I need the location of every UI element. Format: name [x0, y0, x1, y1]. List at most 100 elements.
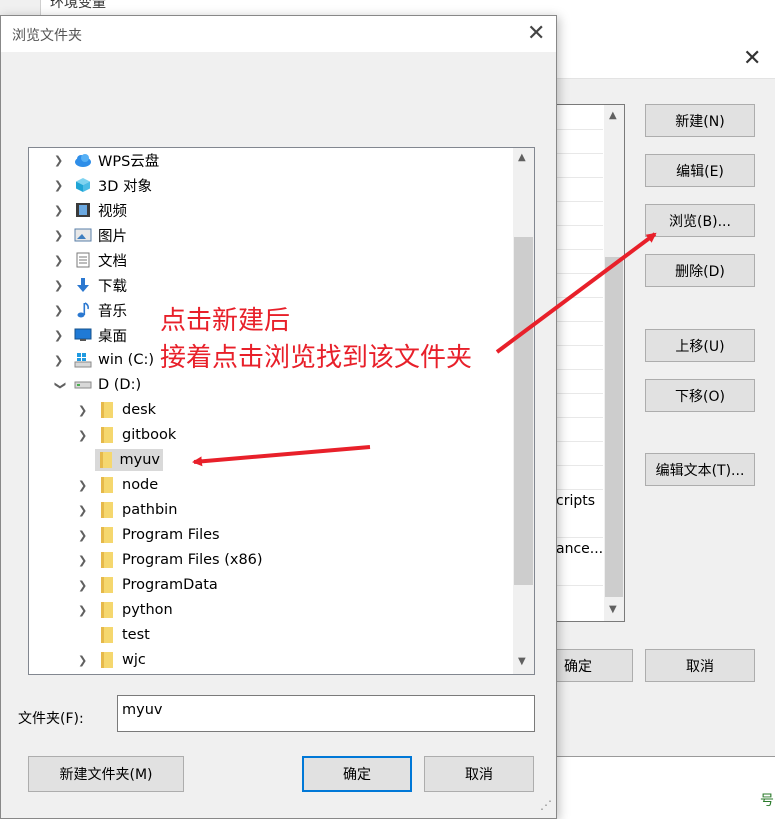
tree-item-folder-node[interactable]: node	[98, 474, 158, 496]
list-item[interactable]	[555, 129, 603, 154]
expand-chevron-icon[interactable]: ❯	[78, 429, 87, 442]
list-item[interactable]	[555, 153, 603, 178]
tree-item-videos[interactable]: 视频	[74, 199, 127, 221]
list-scrollbar-thumb[interactable]	[605, 257, 623, 597]
tree-item-drive-c[interactable]: win (C:)	[74, 349, 154, 371]
delete-button[interactable]: 删除(D)	[645, 254, 755, 287]
list-item[interactable]	[555, 321, 603, 346]
expand-chevron-icon[interactable]: ❯	[54, 304, 63, 317]
document-icon	[74, 251, 92, 269]
expand-chevron-icon[interactable]: ❯	[78, 504, 87, 517]
expand-chevron-icon[interactable]: ❯	[54, 179, 63, 192]
tree-item-folder-gitbook[interactable]: gitbook	[98, 424, 176, 446]
tree-item-label: 桌面	[98, 328, 127, 345]
move-down-button[interactable]: 下移(O)	[645, 379, 755, 412]
new-folder-button[interactable]: 新建文件夹(M)	[28, 756, 184, 792]
browse-dialog-close-icon[interactable]: ✕	[527, 23, 545, 45]
tree-item-wps-cloud[interactable]: WPS云盘	[74, 149, 159, 171]
tree-item-label: 视频	[98, 203, 127, 220]
list-item[interactable]	[555, 465, 603, 490]
list-item[interactable]	[555, 513, 603, 538]
tree-item-folder-python[interactable]: python	[98, 599, 173, 621]
edit-window-close-icon[interactable]: ✕	[743, 48, 761, 70]
list-item[interactable]	[555, 105, 603, 130]
tree-item-desktop[interactable]: 桌面	[74, 324, 127, 346]
tree-scrollbar-thumb[interactable]	[514, 237, 533, 585]
list-item[interactable]	[555, 297, 603, 322]
list-item[interactable]	[555, 273, 603, 298]
film-icon	[74, 201, 92, 219]
resize-grip-icon[interactable]: ⋰	[540, 798, 552, 812]
expand-chevron-icon[interactable]: ❯	[54, 154, 63, 167]
list-item-text[interactable]: cripts	[556, 493, 595, 509]
tree-item-label: gitbook	[122, 427, 177, 443]
tree-item-folder-program-files-x86[interactable]: Program Files (x86)	[98, 549, 263, 571]
new-button[interactable]: 新建(N)	[645, 104, 755, 137]
expand-chevron-icon[interactable]: ❯	[78, 579, 87, 592]
expand-chevron-icon[interactable]: ❯	[78, 654, 87, 667]
tree-item-label: 图片	[98, 228, 127, 245]
list-item[interactable]	[555, 345, 603, 370]
tree-item-folder-pathbin[interactable]: pathbin	[98, 499, 177, 521]
expand-chevron-icon[interactable]: ❯	[54, 204, 63, 217]
expand-chevron-icon[interactable]: ❯	[78, 479, 87, 492]
tree-item-folder-myuv[interactable]: myuv	[95, 449, 163, 471]
folder-name-input[interactable]: myuv	[117, 695, 535, 732]
edit-text-button[interactable]: 编辑文本(T)...	[645, 453, 755, 486]
list-item[interactable]	[555, 561, 603, 586]
tree-item-documents[interactable]: 文档	[74, 249, 127, 271]
list-item[interactable]	[555, 441, 603, 466]
list-item[interactable]	[555, 369, 603, 394]
expand-chevron-icon[interactable]: ❯	[78, 604, 87, 617]
music-note-icon	[74, 301, 92, 319]
list-item[interactable]	[555, 177, 603, 202]
list-item-text[interactable]: ance...	[556, 541, 603, 557]
scroll-down-icon[interactable]: ▼	[609, 604, 617, 615]
tree-item-label: Program Files	[122, 527, 220, 543]
tree-item-3d-objects[interactable]: 3D 对象	[74, 174, 152, 196]
expand-chevron-icon[interactable]: ❯	[78, 529, 87, 542]
tree-item-label: test	[122, 627, 150, 643]
tree-item-folder-programdata[interactable]: ProgramData	[98, 574, 218, 596]
annotation-line-1: 点击新建后	[160, 306, 291, 336]
browse-ok-button[interactable]: 确定	[302, 756, 412, 792]
tree-item-folder-program-files[interactable]: Program Files	[98, 524, 220, 546]
tree-item-folder-test[interactable]: test	[98, 624, 150, 646]
edit-cancel-button[interactable]: 取消	[645, 649, 755, 682]
tree-item-label: desk	[122, 402, 157, 418]
move-up-button[interactable]: 上移(U)	[645, 329, 755, 362]
list-item[interactable]	[555, 249, 603, 274]
expand-chevron-icon[interactable]: ❯	[54, 354, 63, 367]
tree-item-label: D (D:)	[98, 377, 142, 393]
expand-chevron-icon[interactable]: ❯	[54, 329, 63, 342]
cube-icon	[74, 176, 92, 194]
tree-item-folder-wjc[interactable]: wjc	[98, 649, 146, 671]
list-item[interactable]	[555, 417, 603, 442]
tree-item-music[interactable]: 音乐	[74, 299, 127, 321]
expand-chevron-icon[interactable]: ❯	[78, 404, 87, 417]
collapse-chevron-icon[interactable]: ❯	[54, 381, 67, 390]
expand-chevron-icon[interactable]: ❯	[54, 279, 63, 292]
tree-scroll-down-icon[interactable]: ▼	[518, 656, 526, 667]
folder-icon	[98, 401, 116, 419]
scroll-up-icon[interactable]: ▲	[609, 110, 617, 121]
folder-icon	[98, 576, 116, 594]
tree-item-pictures[interactable]: 图片	[74, 224, 127, 246]
browse-button[interactable]: 浏览(B)...	[645, 204, 755, 237]
tree-item-label: 音乐	[98, 303, 127, 320]
tree-item-label: win (C:)	[98, 352, 155, 368]
tree-item-drive-d[interactable]: D (D:)	[74, 374, 141, 396]
expand-chevron-icon[interactable]: ❯	[78, 554, 87, 567]
tree-item-label: 下载	[98, 278, 127, 295]
tree-item-downloads[interactable]: 下载	[74, 274, 127, 296]
browse-cancel-button[interactable]: 取消	[424, 756, 534, 792]
expand-chevron-icon[interactable]: ❯	[54, 229, 63, 242]
list-item[interactable]	[555, 201, 603, 226]
list-item[interactable]	[555, 225, 603, 250]
list-item[interactable]	[555, 393, 603, 418]
tree-scroll-up-icon[interactable]: ▲	[518, 152, 526, 163]
edit-button[interactable]: 编辑(E)	[645, 154, 755, 187]
expand-chevron-icon[interactable]: ❯	[54, 254, 63, 267]
annotation-line-2: 接着点击浏览找到该文件夹	[160, 343, 473, 373]
tree-item-folder-desk[interactable]: desk	[98, 399, 156, 421]
